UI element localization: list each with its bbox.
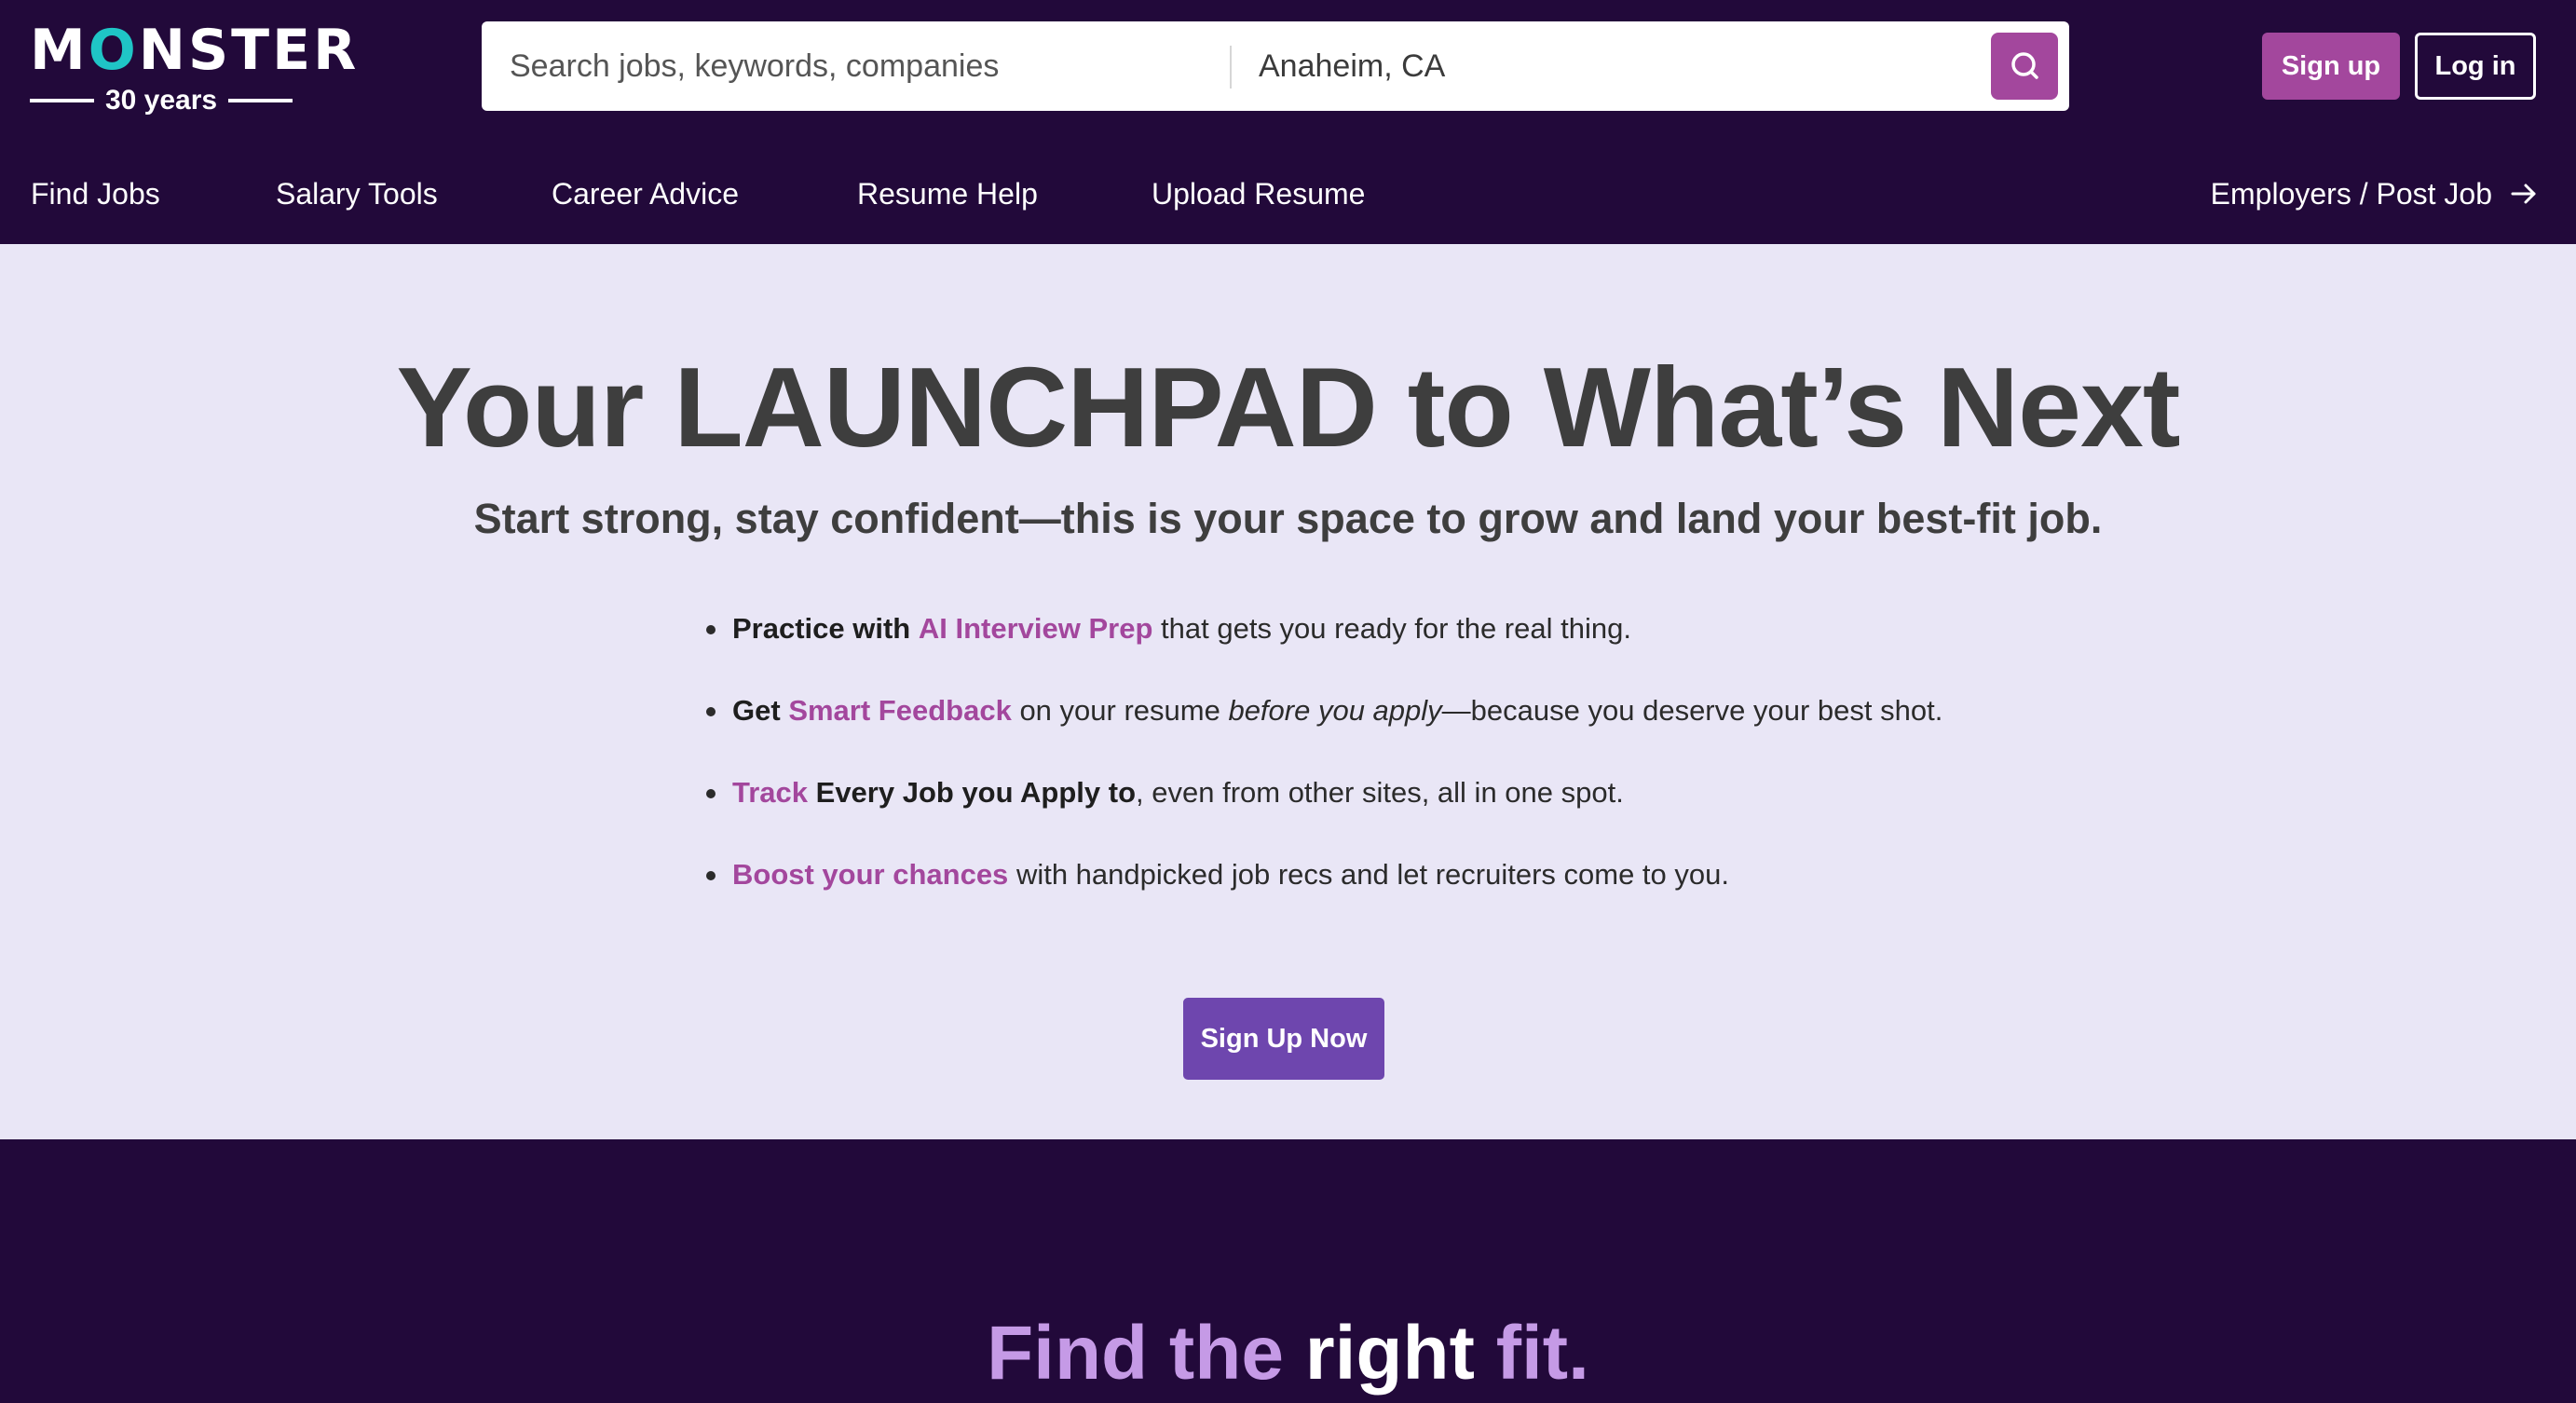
feature-lead: Practice with xyxy=(732,612,911,645)
feature-text: —because you deserve your best shot. xyxy=(1441,694,1943,727)
find-fit-section: Find the right fit. xyxy=(0,1139,2576,1403)
find-fit-heading: Find the right fit. xyxy=(0,1307,2576,1400)
feature-item-track: Track Every Job you Apply to, even from … xyxy=(701,770,2098,851)
search-divider xyxy=(1230,46,1232,89)
monster-logo[interactable]: MONSTER 30 years xyxy=(30,18,360,115)
logo-tagline: 30 years xyxy=(30,85,293,116)
search-bar xyxy=(482,21,2069,111)
logo-wordmark: MONSTER xyxy=(30,18,360,83)
boost-your-chances-link[interactable]: Boost your chances xyxy=(732,858,1008,891)
fit-heading-part3: fit. xyxy=(1495,1311,1589,1396)
feature-lead: Every Job you Apply to xyxy=(815,776,1137,809)
hero-subtitle: Start strong, stay confident—this is you… xyxy=(473,495,2103,542)
fit-heading-part2: right xyxy=(1304,1311,1475,1396)
employers-label: Employers / Post Job xyxy=(2210,176,2492,211)
arrow-right-icon xyxy=(2511,184,2536,204)
nav-salary-tools[interactable]: Salary Tools xyxy=(276,158,438,229)
feature-item-interview-prep: Practice with AI Interview Prep that get… xyxy=(701,606,2098,688)
feature-emphasis: before you apply xyxy=(1228,694,1442,727)
track-link[interactable]: Track xyxy=(732,776,808,809)
feature-item-boost: Boost your chances with handpicked job r… xyxy=(701,851,2098,933)
nav-upload-resume[interactable]: Upload Resume xyxy=(1152,158,1365,229)
hero-section: Your LAUNCHPAD to What’s Next Start stro… xyxy=(0,244,2576,1139)
main-nav: Find Jobs Salary Tools Career Advice Res… xyxy=(0,158,2576,229)
feature-text: with handpicked job recs and let recruit… xyxy=(1015,858,1729,891)
keyword-search-input[interactable] xyxy=(510,21,1218,111)
fit-heading-part1: Find the xyxy=(987,1311,1284,1396)
nav-resume-help[interactable]: Resume Help xyxy=(857,158,1038,229)
feature-item-smart-feedback: Get Smart Feedback on your resume before… xyxy=(701,688,2098,770)
ai-interview-prep-link[interactable]: AI Interview Prep xyxy=(919,612,1153,645)
smart-feedback-link[interactable]: Smart Feedback xyxy=(788,694,1012,727)
search-icon xyxy=(2011,52,2038,79)
feature-text: , even from other sites, all in one spot… xyxy=(1136,776,1624,809)
logo-line-left xyxy=(30,99,94,102)
site-header: MONSTER 30 years Sign up Log in Find Job… xyxy=(0,0,2576,244)
log-in-button[interactable]: Log in xyxy=(2415,33,2536,100)
location-input[interactable] xyxy=(1259,21,1967,111)
search-button[interactable] xyxy=(1991,33,2058,100)
hero-title: Your LAUNCHPAD to What’s Next xyxy=(396,344,2181,470)
nav-find-jobs[interactable]: Find Jobs xyxy=(31,158,160,229)
nav-employers-post-job[interactable]: Employers / Post Job xyxy=(2211,158,2539,229)
feature-text: that gets you ready for the real thing. xyxy=(1161,612,1631,645)
feature-text: on your resume xyxy=(1019,694,1220,727)
logo-tagline-text: 30 years xyxy=(104,85,218,116)
sign-up-now-button[interactable]: Sign Up Now xyxy=(1183,998,1384,1080)
nav-career-advice[interactable]: Career Advice xyxy=(552,158,739,229)
feature-lead: Get xyxy=(732,694,781,727)
sign-up-button[interactable]: Sign up xyxy=(2262,33,2400,100)
logo-line-right xyxy=(228,99,293,102)
feature-list: Practice with AI Interview Prep that get… xyxy=(701,606,2098,933)
